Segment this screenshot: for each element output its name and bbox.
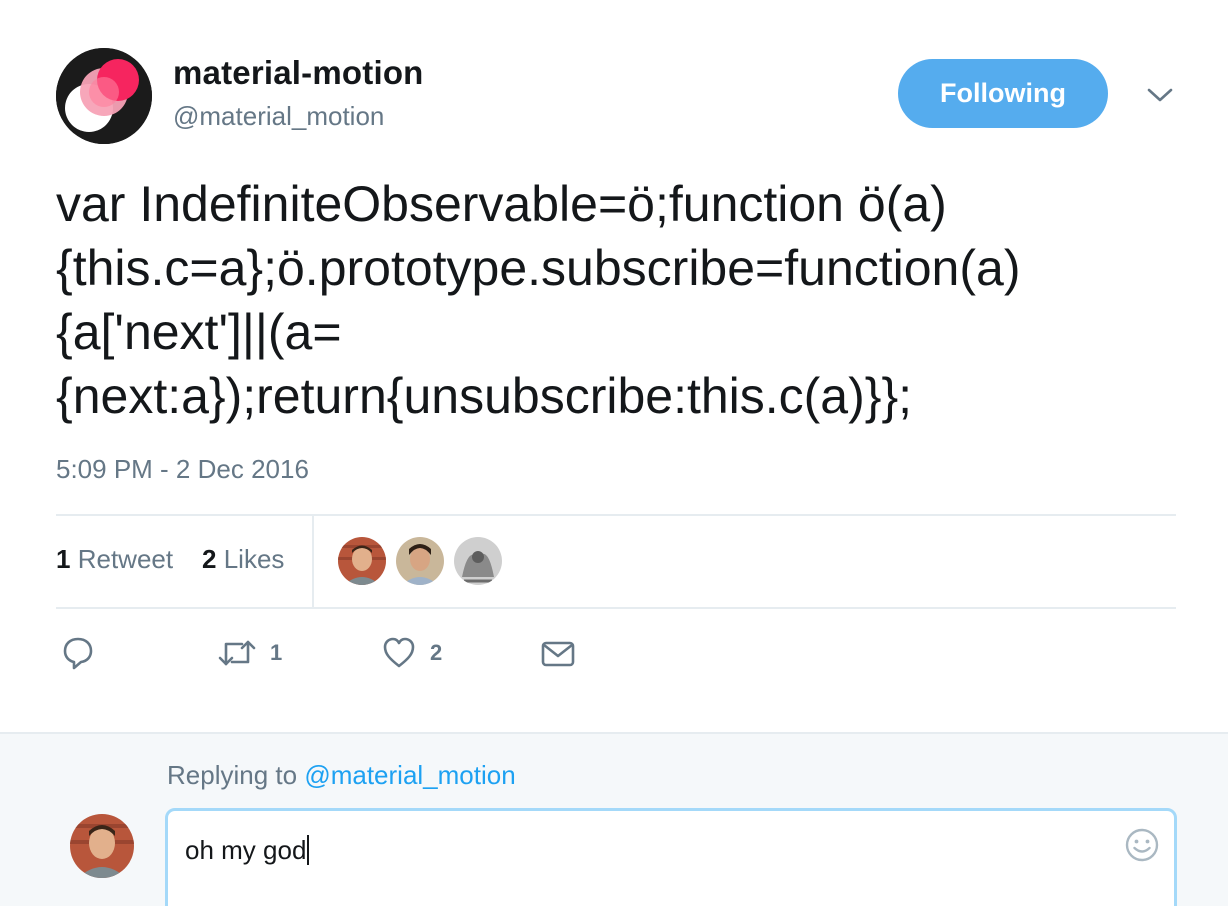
reply-composer[interactable]: oh my god — [165, 808, 1177, 906]
liker-avatar[interactable] — [338, 537, 386, 585]
current-user-avatar[interactable] — [70, 814, 134, 878]
replying-to-handle[interactable]: @material_motion — [304, 760, 515, 790]
retweet-icon — [218, 640, 256, 666]
retweets-label: Retweet — [77, 544, 174, 574]
divider — [56, 607, 1176, 609]
tweet-text-line: var IndefiniteObservable=ö;function ö(a) — [56, 176, 947, 232]
text-cursor — [307, 835, 310, 865]
tweet-text-line: {a['next']||(a= — [56, 304, 342, 360]
retweet-action[interactable]: 1 — [218, 636, 282, 670]
tweet-page: material-motion @material_motion Followi… — [0, 0, 1228, 906]
heart-icon — [383, 637, 415, 668]
chevron-down-icon[interactable] — [1146, 84, 1174, 106]
smiley-icon[interactable] — [1124, 827, 1160, 863]
reply-action[interactable] — [62, 636, 94, 670]
following-button[interactable]: Following — [898, 59, 1108, 128]
retweets-count: 1 — [56, 544, 71, 574]
tweet-text: var IndefiniteObservable=ö;function ö(a)… — [56, 172, 1176, 428]
likes-label: Likes — [223, 544, 285, 574]
reply-input[interactable]: oh my god — [185, 835, 310, 866]
reply-input-value: oh my god — [185, 835, 307, 865]
reply-icon — [63, 637, 93, 670]
tweet-text-line: {this.c=a};ö.prototype.subscribe=functio… — [56, 240, 1021, 296]
likes-stat[interactable]: 2 Likes — [202, 544, 284, 575]
author-handle[interactable]: @material_motion — [173, 101, 384, 132]
tweet-text-line: {next:a});return{unsubscribe:this.c(a)}}… — [56, 368, 913, 424]
likes-count: 2 — [202, 544, 217, 574]
replying-to-label: Replying to — [167, 760, 298, 790]
divider — [312, 516, 314, 608]
direct-message-action[interactable] — [541, 636, 575, 670]
material-motion-logo — [56, 48, 152, 144]
author-avatar[interactable] — [56, 48, 152, 144]
like-action[interactable]: 2 — [382, 636, 442, 670]
liker-avatar[interactable] — [396, 537, 444, 585]
tweet-timestamp[interactable]: 5:09 PM - 2 Dec 2016 — [56, 454, 309, 485]
like-count: 2 — [430, 640, 443, 665]
divider — [56, 514, 1176, 516]
retweet-count: 1 — [270, 640, 283, 665]
author-display-name[interactable]: material-motion — [173, 54, 424, 92]
retweets-stat[interactable]: 1 Retweet — [56, 544, 173, 575]
liker-avatar[interactable] — [454, 537, 502, 585]
replying-to: Replying to @material_motion — [167, 760, 516, 791]
envelope-icon — [541, 641, 575, 667]
